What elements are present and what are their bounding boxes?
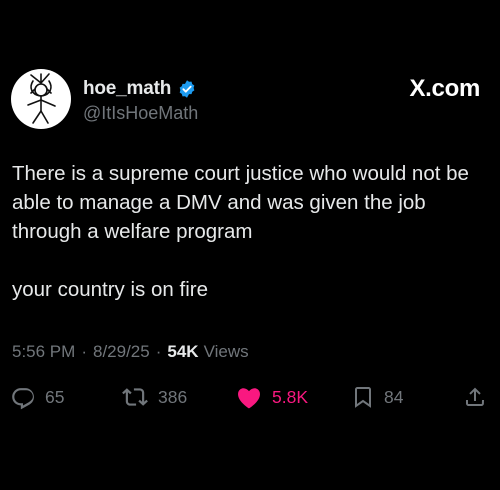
- avatar[interactable]: [11, 69, 71, 129]
- like-count: 5.8K: [272, 386, 308, 407]
- meta-separator: ·: [81, 342, 87, 361]
- action-bar: 65 386 5.8K 84: [0, 380, 500, 414]
- views-label: Views: [203, 342, 249, 361]
- share-button[interactable]: [463, 380, 487, 414]
- bookmark-count: 84: [384, 386, 404, 407]
- heart-icon: [238, 388, 260, 409]
- tweet-header: hoe_math @ItIsHoeMath X.com: [11, 69, 480, 131]
- tweet-text: There is a supreme court justice who wou…: [12, 159, 490, 304]
- tweet-date[interactable]: 8/29/25: [93, 342, 150, 362]
- retweet-button[interactable]: 386: [121, 380, 187, 414]
- site-watermark: X.com: [409, 75, 480, 102]
- user-handle[interactable]: @ItIsHoeMath: [83, 103, 198, 124]
- retweet-icon: [122, 388, 148, 406]
- tweet-paragraph: There is a supreme court justice who wou…: [12, 162, 469, 243]
- retweet-count: 386: [158, 386, 188, 407]
- like-button[interactable]: 5.8K: [235, 380, 308, 414]
- bookmark-button[interactable]: 84: [351, 380, 403, 414]
- display-name[interactable]: hoe_math: [83, 78, 171, 100]
- avatar-drawing-icon: [27, 73, 56, 124]
- tweet-time[interactable]: 5:56 PM: [12, 342, 75, 362]
- tweet-paragraph: your country is on fire: [12, 278, 208, 301]
- reply-button[interactable]: 65: [10, 380, 64, 414]
- tweet-meta: 5:56 PM · 8/29/25 · 54K Views: [12, 342, 249, 362]
- meta-separator: ·: [155, 342, 162, 361]
- views-count: 54K: [167, 342, 199, 361]
- reply-count: 65: [45, 386, 65, 407]
- reply-icon: [12, 388, 34, 410]
- share-icon: [466, 387, 484, 406]
- bookmark-icon: [355, 387, 371, 408]
- verified-badge-icon: [179, 80, 195, 98]
